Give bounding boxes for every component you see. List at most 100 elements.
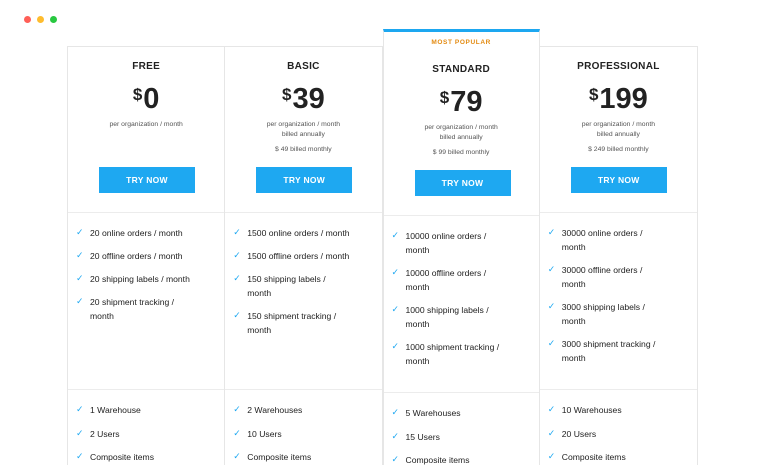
monthly-price: $ 99 billed monthly <box>432 149 490 156</box>
checkmark-icon: ✓ <box>233 404 241 414</box>
feature-list: ✓ 10000 online orders / month ✓ 10000 offl… <box>383 215 539 392</box>
list-item: ✓ 3000 shipping labels / month <box>547 301 645 326</box>
checkmark-icon: ✓ <box>76 451 84 461</box>
checkmark-icon: ✓ <box>547 338 556 348</box>
extras-list: ✓ 10 Warehouses ✓ 20 Users ✓ Composite item… <box>539 389 697 464</box>
checkmark-icon: ✓ <box>391 267 400 277</box>
checkmark-icon: ✓ <box>547 301 556 311</box>
checkmark-icon: ✓ <box>233 273 241 283</box>
plan-name: FREE <box>132 61 161 72</box>
checkmark-icon: ✓ <box>233 451 241 461</box>
window-controls <box>24 16 57 23</box>
feature-list: ✓ 30000 online orders / month ✓ 30000 offl… <box>539 212 697 389</box>
list-item: ✓ 20 Users <box>547 427 597 439</box>
plan-header: BASIC $ 39 per organization / month bill… <box>225 47 381 212</box>
plan-name: BASIC <box>287 61 320 72</box>
price-amount: 79 <box>450 86 483 118</box>
currency-symbol: $ <box>282 85 292 104</box>
billing-note: billed annually <box>281 131 325 138</box>
checkmark-icon: ✓ <box>76 273 84 283</box>
feature-list: ✓ 1500 online orders / month ✓ 1500 offlin… <box>225 212 382 389</box>
plan-price: $ 199 <box>540 83 697 120</box>
list-item: ✓ 15 Users <box>391 430 440 442</box>
price-amount: 0 <box>143 83 160 115</box>
checkmark-icon: ✓ <box>233 427 241 438</box>
pricing-table: FREE $ 0 per organization / month TRY NO… <box>67 29 698 465</box>
checkmark-icon: ✓ <box>391 230 400 240</box>
checkmark-icon: ✓ <box>547 427 556 438</box>
plan-price: $ 79 <box>384 86 539 123</box>
checkmark-icon: ✓ <box>391 454 400 464</box>
list-item: ✓ 5 Warehouses <box>391 407 461 418</box>
checkmark-icon: ✓ <box>233 310 241 320</box>
plan-header: PROFESSIONAL $ 199 per organization / mo… <box>540 47 697 212</box>
currency-symbol: $ <box>132 85 143 104</box>
extras-list: ✓ 2 Warehouses ✓ 10 Users ✓ Composite items <box>225 389 382 464</box>
list-item: ✓ 30000 online orders / month <box>547 227 643 252</box>
checkmark-icon: ✓ <box>391 304 400 314</box>
list-item: ✓ 1000 shipment tracking / month <box>391 341 500 366</box>
list-item: ✓ 20 online orders / month <box>76 227 183 238</box>
plan-price: $ 0 <box>68 83 224 120</box>
list-item: ✓ 1500 offline orders / month <box>233 250 350 261</box>
try-now-button[interactable]: TRY NOW <box>256 167 353 193</box>
price-amount: 199 <box>599 83 648 115</box>
list-item: ✓ 10000 online orders / month <box>391 230 487 255</box>
checkmark-icon: ✓ <box>547 264 556 274</box>
price-period: per organization / month <box>266 121 341 128</box>
list-item: ✓ Composite items <box>391 454 470 465</box>
checkmark-icon: ✓ <box>76 227 84 237</box>
monthly-price: $ 249 billed monthly <box>588 146 649 153</box>
list-item: ✓ Composite items <box>233 451 312 462</box>
checkmark-icon: ✓ <box>76 404 84 414</box>
plan-name: PROFESSIONAL <box>577 61 660 72</box>
list-item: ✓ 150 shipment tracking / month <box>233 310 337 335</box>
minimize-window-dot[interactable] <box>37 16 44 23</box>
plan-name: STANDARD <box>432 64 491 75</box>
list-item: ✓ 20 shipment tracking / month <box>76 296 175 321</box>
checkmark-icon: ✓ <box>391 430 400 441</box>
maximize-window-dot[interactable] <box>50 16 57 23</box>
checkmark-icon: ✓ <box>547 404 556 414</box>
monthly-price: $ 49 billed monthly <box>275 146 332 153</box>
list-item: ✓ 20 offline orders / month <box>76 250 183 261</box>
list-item: ✓ Composite items <box>547 451 626 462</box>
try-now-button[interactable]: TRY NOW <box>414 170 511 196</box>
plan-price: $ 39 <box>225 83 381 120</box>
try-now-button[interactable]: TRY NOW <box>99 167 195 193</box>
list-item: ✓ 2 Users <box>76 427 120 439</box>
checkmark-icon: ✓ <box>76 296 84 306</box>
list-item: ✓ 150 shipping labels / month <box>233 273 326 298</box>
checkmark-icon: ✓ <box>76 427 84 438</box>
price-period: per organization / month <box>109 121 183 128</box>
price-period: per organization / month <box>581 121 656 128</box>
checkmark-icon: ✓ <box>233 250 241 260</box>
plan-column-basic: BASIC $ 39 per organization / month bill… <box>225 47 383 465</box>
plan-header: STANDARD $ 79 per organization / month b… <box>384 32 539 215</box>
list-item: ✓ 10 Users <box>233 427 282 439</box>
close-window-dot[interactable] <box>24 16 31 23</box>
price-amount: 39 <box>292 83 325 115</box>
plan-header: FREE $ 0 per organization / month TRY NO… <box>68 47 224 212</box>
billing-note: billed annually <box>596 131 640 138</box>
list-item: ✓ 1000 shipping labels / month <box>391 304 489 329</box>
extras-list: ✓ 1 Warehouse ✓ 2 Users ✓ Composite items <box>68 389 225 464</box>
price-period: per organization / month <box>424 124 498 131</box>
currency-symbol: $ <box>588 85 599 104</box>
extras-list: ✓ 5 Warehouses ✓ 15 Users ✓ Composite items <box>383 392 539 465</box>
list-item: ✓ 1500 online orders / month <box>233 227 350 238</box>
list-item: ✓ 10000 offline orders / month <box>391 267 487 292</box>
checkmark-icon: ✓ <box>547 451 556 461</box>
checkmark-icon: ✓ <box>233 227 241 237</box>
feature-list: ✓ 20 online orders / month ✓ 20 offline or… <box>68 212 225 389</box>
plan-column-free: FREE $ 0 per organization / month TRY NO… <box>68 47 226 465</box>
checkmark-icon: ✓ <box>391 341 400 351</box>
list-item: ✓ Composite items <box>76 451 154 462</box>
billing-note: billed annually <box>439 134 483 141</box>
try-now-button[interactable]: TRY NOW <box>570 167 667 193</box>
list-item: ✓ 1 Warehouse <box>76 404 141 415</box>
checkmark-icon: ✓ <box>547 227 556 237</box>
currency-symbol: $ <box>439 88 450 107</box>
list-item: ✓ 30000 offline orders / month <box>547 264 643 289</box>
list-item: ✓ 3000 shipment tracking / month <box>547 338 656 363</box>
